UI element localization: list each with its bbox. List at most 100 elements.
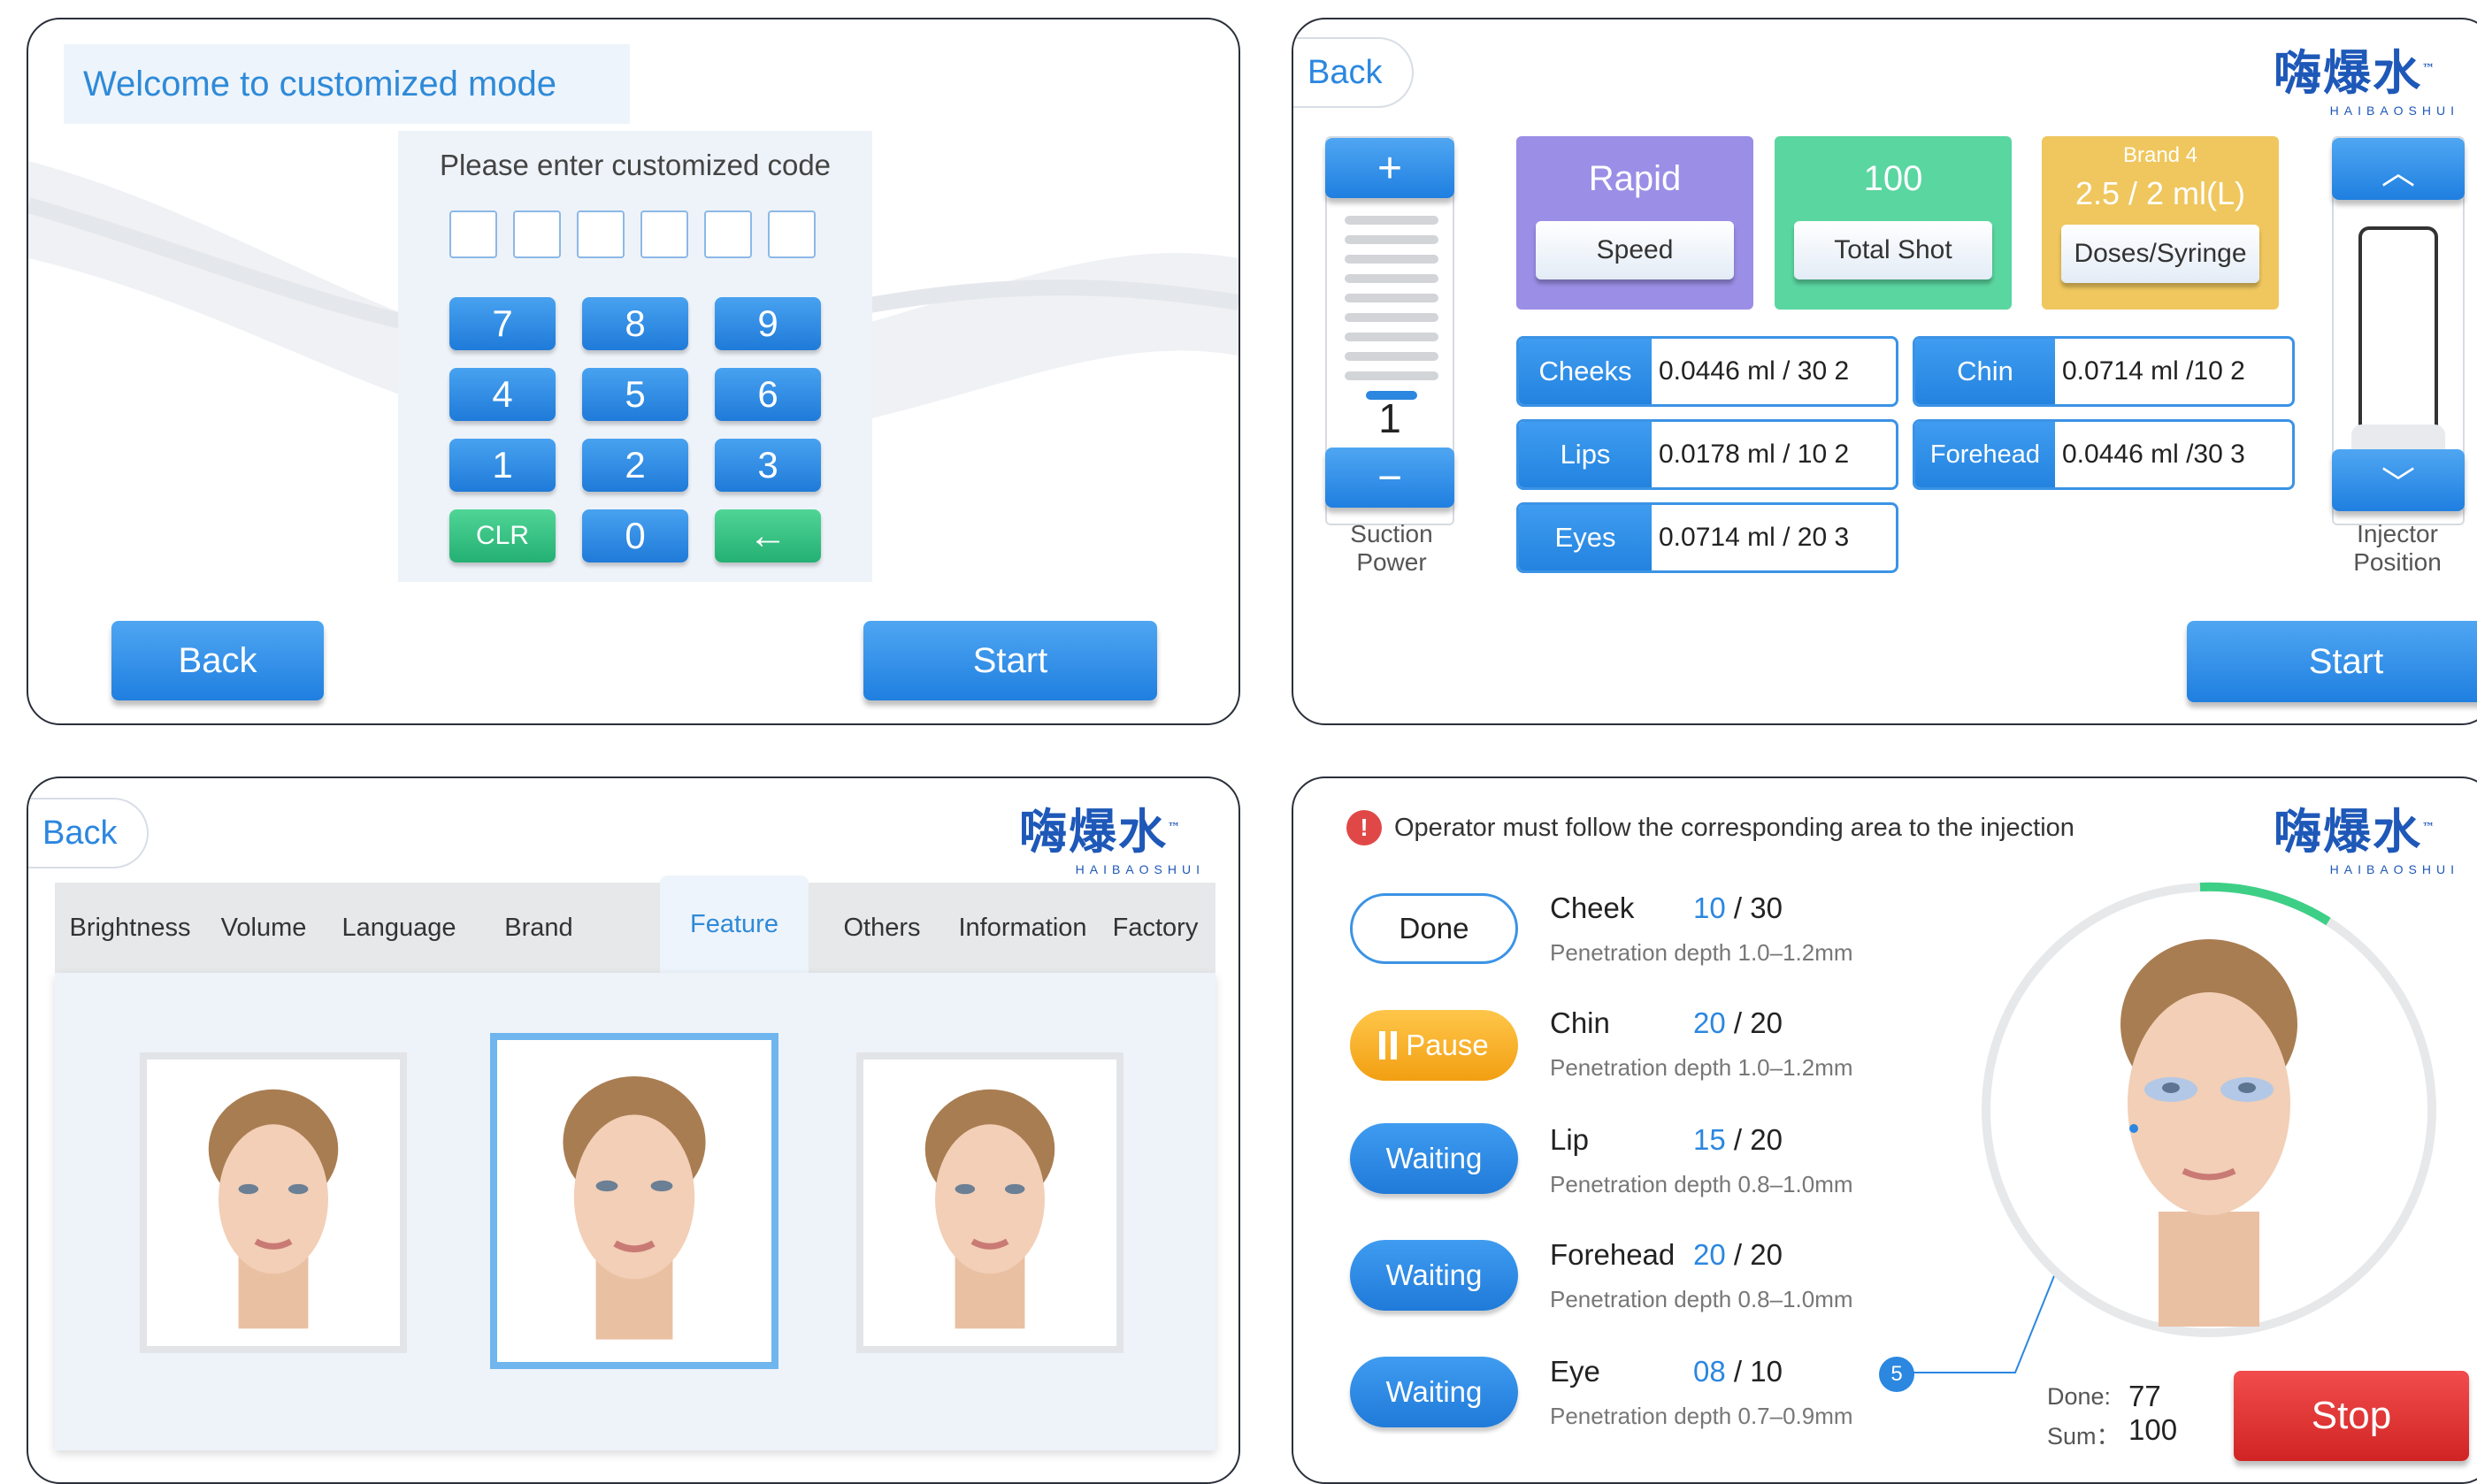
feature-settings-panel: Back 嗨爆水™ HAIBAOSHUI Brightness Volume L… xyxy=(27,776,1240,1484)
injector-label: Injector Position xyxy=(2353,520,2442,576)
code-digit-box[interactable] xyxy=(513,210,561,258)
face-option-2-selected[interactable] xyxy=(490,1033,778,1369)
area-row-chin[interactable]: Chin 0.0714 ml /10 2 xyxy=(1913,336,2295,407)
zone-depth-cheek: Penetration depth 1.0–1.2mm xyxy=(1550,939,1853,966)
face-portrait-image xyxy=(865,1059,1115,1346)
key-2[interactable]: 2 xyxy=(582,439,688,492)
zone-name-forehead: Forehead xyxy=(1550,1238,1676,1271)
code-digit-box[interactable] xyxy=(768,210,816,258)
operator-notice: ! Operator must follow the corresponding… xyxy=(1346,810,2074,845)
suction-plus-button[interactable]: + xyxy=(1325,138,1454,198)
tab-factory[interactable]: Factory xyxy=(1095,883,1215,973)
area-row-eyes[interactable]: Eyes 0.0714 ml / 20 3 xyxy=(1516,502,1898,573)
brand-logo: 嗨爆水™ HAIBAOSHUI xyxy=(2274,44,2459,118)
code-digit-box[interactable] xyxy=(640,210,688,258)
code-input-row[interactable] xyxy=(449,210,816,258)
treatment-settings-panel: Back 嗨爆水™ HAIBAOSHUI + 1 − Suction Power… xyxy=(1292,18,2477,725)
face-portrait-image xyxy=(497,1043,771,1359)
customized-code-panel: Welcome to customized mode Please enter … xyxy=(27,18,1240,725)
zone-depth-lip: Penetration depth 0.8–1.0mm xyxy=(1550,1171,1853,1197)
zone-depth-chin: Penetration depth 1.0–1.2mm xyxy=(1550,1054,1853,1081)
key-7[interactable]: 7 xyxy=(449,297,556,350)
back-button[interactable]: Back xyxy=(28,798,150,868)
start-button[interactable]: Start xyxy=(863,621,1157,700)
key-0[interactable]: 0 xyxy=(582,509,688,562)
welcome-banner: Welcome to customized mode xyxy=(64,44,630,124)
key-6[interactable]: 6 xyxy=(715,368,821,421)
zone-name-chin: Chin xyxy=(1550,1006,1610,1039)
pause-icon xyxy=(1379,1031,1398,1059)
injector-up-button[interactable]: ︿ xyxy=(2332,138,2465,200)
chin-pause-button[interactable]: Pause xyxy=(1350,1010,1518,1081)
brand-name: Brand 4 xyxy=(2122,143,2198,167)
zone-depth-eye: Penetration depth 0.7–0.9mm xyxy=(1550,1403,1853,1429)
tab-language[interactable]: Language xyxy=(326,883,472,973)
code-prompt: Please enter customized code xyxy=(439,149,832,181)
speed-button[interactable]: Speed xyxy=(1536,221,1734,279)
zone-count-cheek: 10 / 30 xyxy=(1693,891,1783,924)
total-shot-card: 100 Total Shot xyxy=(1775,136,2012,310)
zone-name-eye: Eye xyxy=(1550,1355,1600,1388)
key-3[interactable]: 3 xyxy=(715,439,821,492)
area-row-lips[interactable]: Lips 0.0178 ml / 10 2 xyxy=(1516,419,1898,490)
area-row-forehead[interactable]: Forehead 0.0446 ml /30 3 xyxy=(1913,419,2295,490)
tab-others[interactable]: Others xyxy=(814,883,950,973)
tab-information[interactable]: Information xyxy=(950,883,1095,973)
tab-brightness[interactable]: Brightness xyxy=(58,883,202,973)
doses-syringe-button[interactable]: Doses/Syringe xyxy=(2061,225,2259,283)
key-4[interactable]: 4 xyxy=(449,368,556,421)
brand-logo: 嗨爆水™ HAIBAOSHUI xyxy=(1019,803,1205,876)
start-button[interactable]: Start xyxy=(2187,621,2477,702)
keypad-container: Please enter customized code 7 8 9 4 5 6… xyxy=(398,131,872,582)
speed-card: Rapid Speed xyxy=(1516,136,1753,310)
face-option-3[interactable] xyxy=(856,1052,1123,1353)
brand-logo: 嗨爆水™ HAIBAOSHUI xyxy=(2274,803,2459,876)
speed-value: Rapid xyxy=(1588,159,1682,198)
zone-name-lip: Lip xyxy=(1550,1123,1590,1156)
key-8[interactable]: 8 xyxy=(582,297,688,350)
clear-key[interactable]: CLR xyxy=(449,509,556,562)
key-1[interactable]: 1 xyxy=(449,439,556,492)
brand-dose-value: 2.5 / 2 ml(L) xyxy=(2074,175,2246,211)
zone-count-forehead: 20 / 20 xyxy=(1693,1238,1783,1271)
injection-progress-panel: ! Operator must follow the corresponding… xyxy=(1292,776,2477,1484)
face-portrait-image xyxy=(149,1059,398,1346)
cheek-status-done-button[interactable]: Done xyxy=(1350,893,1518,964)
code-digit-box[interactable] xyxy=(577,210,625,258)
tab-volume[interactable]: Volume xyxy=(202,883,326,973)
zone-count-chin: 20 / 20 xyxy=(1693,1006,1783,1039)
tab-feature[interactable]: Feature xyxy=(660,876,809,973)
backspace-key[interactable]: ← xyxy=(715,509,821,562)
suction-value: 1 xyxy=(1378,395,1401,441)
key-9[interactable]: 9 xyxy=(715,297,821,350)
zone-name-cheek: Cheek xyxy=(1550,891,1635,924)
eye-zone-marker: 5 xyxy=(1879,1357,1914,1392)
back-button[interactable]: Back xyxy=(111,621,324,700)
total-shot-button[interactable]: Total Shot xyxy=(1794,221,1992,279)
face-option-1[interactable] xyxy=(140,1052,407,1353)
zone-count-lip: 15 / 20 xyxy=(1693,1123,1783,1156)
total-shot-value: 100 xyxy=(1863,159,1923,198)
suction-minus-button[interactable]: − xyxy=(1325,447,1454,508)
done-value: 77 xyxy=(2128,1380,2161,1412)
brand-card: Brand 4 2.5 / 2 ml(L) Doses/Syringe xyxy=(2042,136,2279,310)
forehead-waiting-button[interactable]: Waiting xyxy=(1350,1240,1518,1311)
settings-tab-bar: Brightness Volume Language Brand Feature… xyxy=(55,876,1215,973)
sum-label: Sum： xyxy=(2047,1423,2120,1450)
warning-icon: ! xyxy=(1346,810,1382,845)
done-label: Done: xyxy=(2047,1383,2112,1410)
key-5[interactable]: 5 xyxy=(582,368,688,421)
stop-button[interactable]: Stop xyxy=(2234,1371,2469,1461)
code-digit-box[interactable] xyxy=(704,210,752,258)
feature-content xyxy=(55,973,1215,1450)
code-digit-box[interactable] xyxy=(449,210,497,258)
tab-brand[interactable]: Brand xyxy=(472,883,605,973)
sum-value: 100 xyxy=(2128,1413,2178,1446)
area-row-cheeks[interactable]: Cheeks 0.0446 ml / 30 2 xyxy=(1516,336,1898,407)
back-button[interactable]: Back xyxy=(1293,37,1415,108)
injector-down-button[interactable]: ﹀ xyxy=(2332,449,2465,511)
progress-ring xyxy=(1982,882,2436,1337)
eye-waiting-button[interactable]: Waiting xyxy=(1350,1357,1518,1427)
lip-waiting-button[interactable]: Waiting xyxy=(1350,1123,1518,1194)
zone-depth-forehead: Penetration depth 0.8–1.0mm xyxy=(1550,1286,1853,1312)
